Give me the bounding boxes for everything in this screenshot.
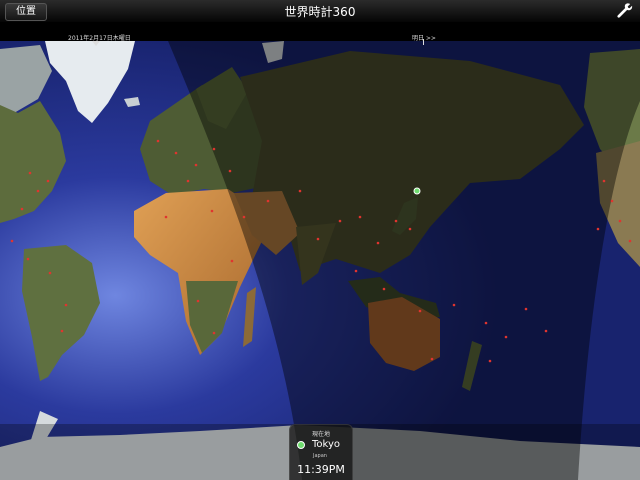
current-location-marker[interactable] [413,187,421,195]
city-name: Tokyo [312,439,340,450]
current-location-caption: 現在地 [311,431,330,438]
world-map[interactable] [0,41,640,480]
location-dot-icon [297,441,305,449]
world-clock-app: 位置 世界時計360 2011年2月17日木曜日 明日 >> 現在地 Tokyo… [0,0,640,480]
app-title: 世界時計360 [284,5,356,19]
today-marker-icon [92,41,100,46]
title-bar: 位置 世界時計360 [0,0,640,23]
date-line-tick [423,39,424,45]
local-time: 11:39PM [297,463,345,476]
country-name: Japan [313,453,327,459]
wrench-icon[interactable] [616,2,634,20]
date-strip: 2011年2月17日木曜日 明日 >> [0,22,640,46]
current-location-panel[interactable]: 現在地 Tokyo Japan 11:39PM [289,424,353,480]
